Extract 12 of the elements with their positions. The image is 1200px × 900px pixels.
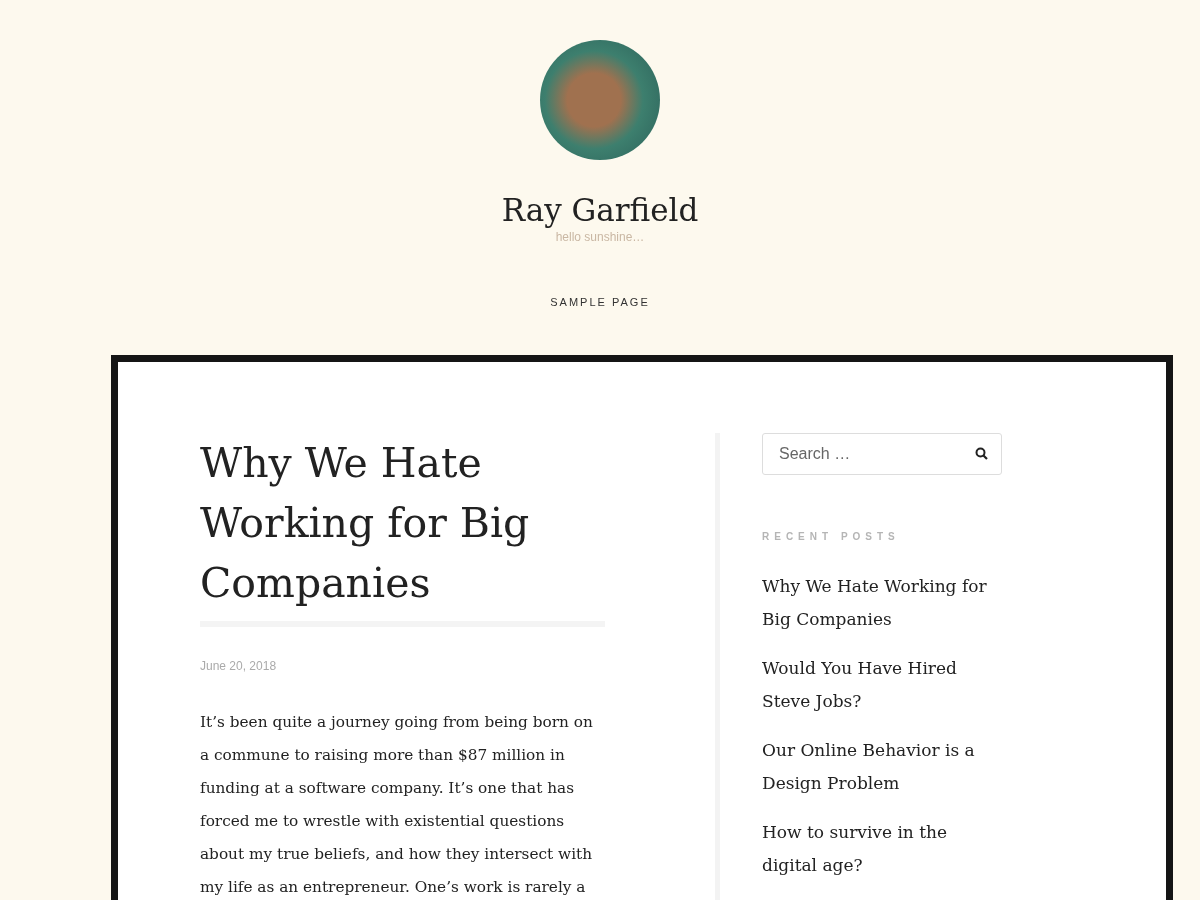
post-paragraph: It’s been quite a journey going from being born on a commune to raising more than $87 million in funding at a software company. It’s one that has forced me to wrestle with existential questions about my true beliefs, and how they intersect with my life as an entrepreneur. One’s work is rarely a [200, 712, 594, 898]
widget-heading: RECENT POSTS [762, 531, 901, 542]
search-icon[interactable] [975, 447, 988, 460]
recent-post-link[interactable]: Why We Hate Working for Big Companies [762, 570, 990, 636]
search-field[interactable]: Search … [762, 433, 1002, 475]
post-title[interactable]: Why We Hate Working for Big Companies [200, 433, 605, 627]
nav-link[interactable]: SAMPLE PAGE [550, 296, 650, 308]
recent-post-link[interactable]: Would You Have Hired Steve Jobs? [762, 652, 990, 718]
recent-post-link[interactable]: How to survive in the digital age? [762, 816, 990, 882]
recent-post-link[interactable]: Our Online Behavior is a Design Problem [762, 734, 990, 800]
site-title[interactable]: Ray Garfield [501, 190, 699, 230]
site-tagline: hello sunshine… [555, 230, 645, 244]
